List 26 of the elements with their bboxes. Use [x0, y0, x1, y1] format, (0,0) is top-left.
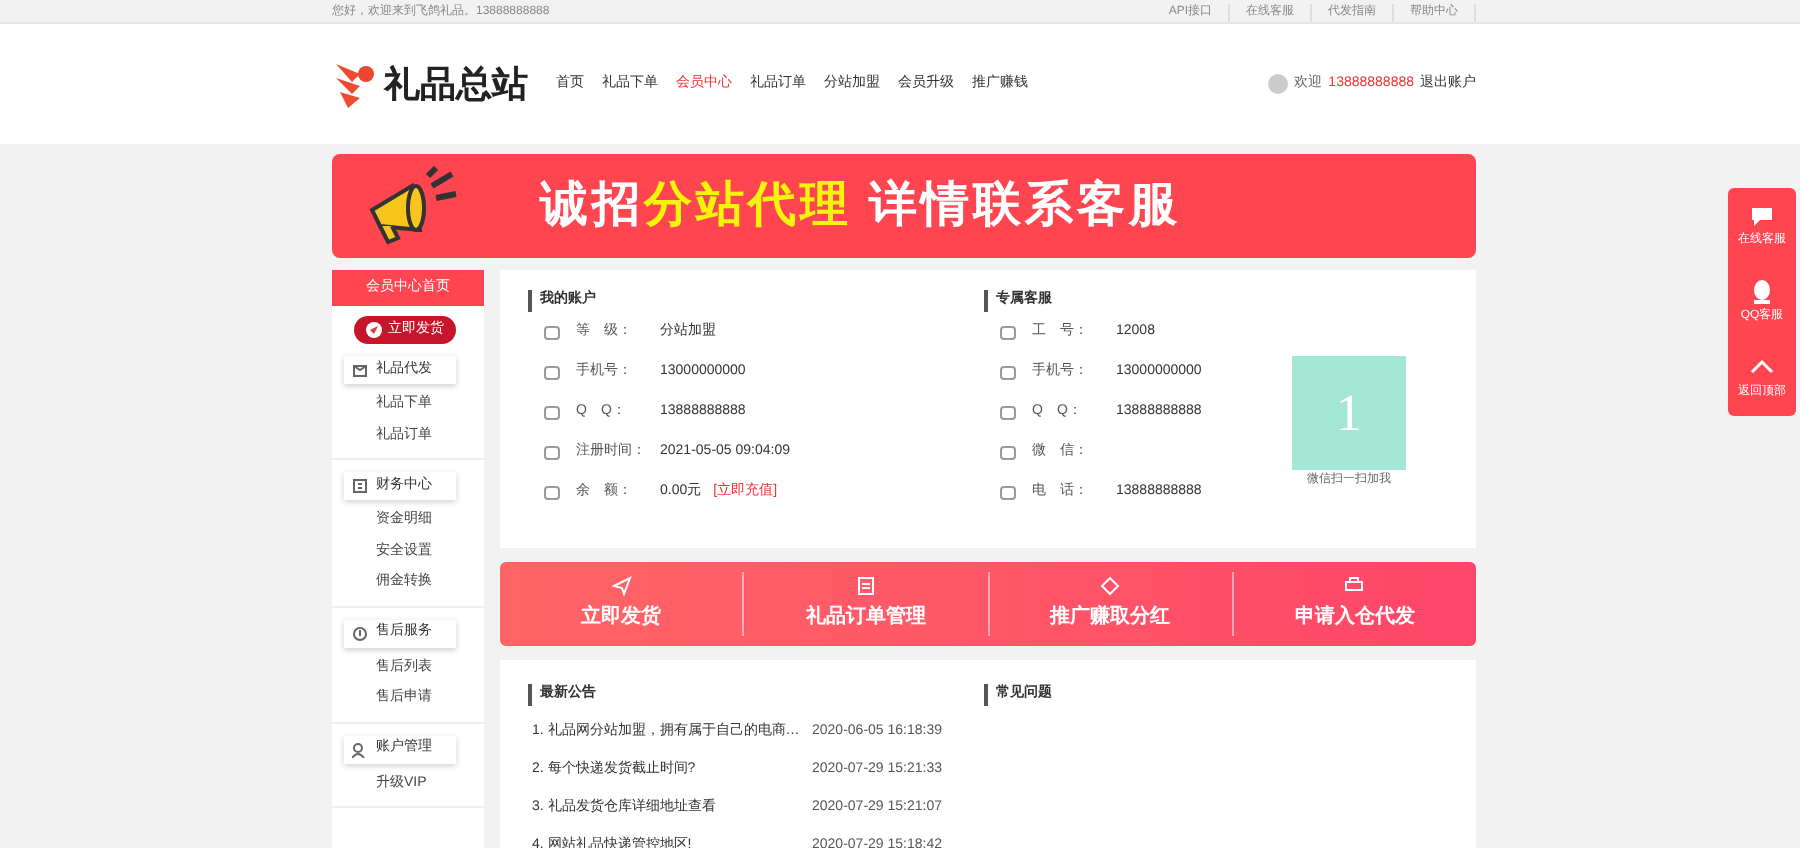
field-icon	[1000, 446, 1016, 460]
service-icon	[352, 625, 368, 641]
banner-text: 诚招分站代理 详情联系客服	[540, 176, 1182, 236]
field-icon	[1000, 406, 1016, 420]
qr-code-label: 1	[1336, 381, 1362, 445]
users-icon	[352, 741, 368, 757]
field-icon	[1000, 366, 1016, 380]
send-icon	[611, 576, 632, 596]
logo-text: 礼品总站	[384, 61, 528, 107]
wallet-icon	[352, 478, 368, 494]
chat-icon	[1748, 202, 1776, 230]
field-icon	[544, 366, 560, 380]
field-icon	[544, 446, 560, 460]
list-icon	[855, 576, 876, 596]
user-avatar-icon	[1268, 74, 1289, 94]
tag-icon	[1100, 576, 1121, 596]
send-icon	[366, 322, 382, 338]
field-icon	[544, 326, 560, 340]
field-icon	[544, 406, 560, 420]
mail-icon	[352, 362, 368, 378]
print-icon	[1344, 576, 1365, 596]
logo-icon	[332, 58, 380, 110]
field-icon	[544, 486, 560, 500]
field-icon	[1000, 486, 1016, 500]
field-icon	[1000, 326, 1016, 340]
qq-icon	[1748, 278, 1776, 306]
